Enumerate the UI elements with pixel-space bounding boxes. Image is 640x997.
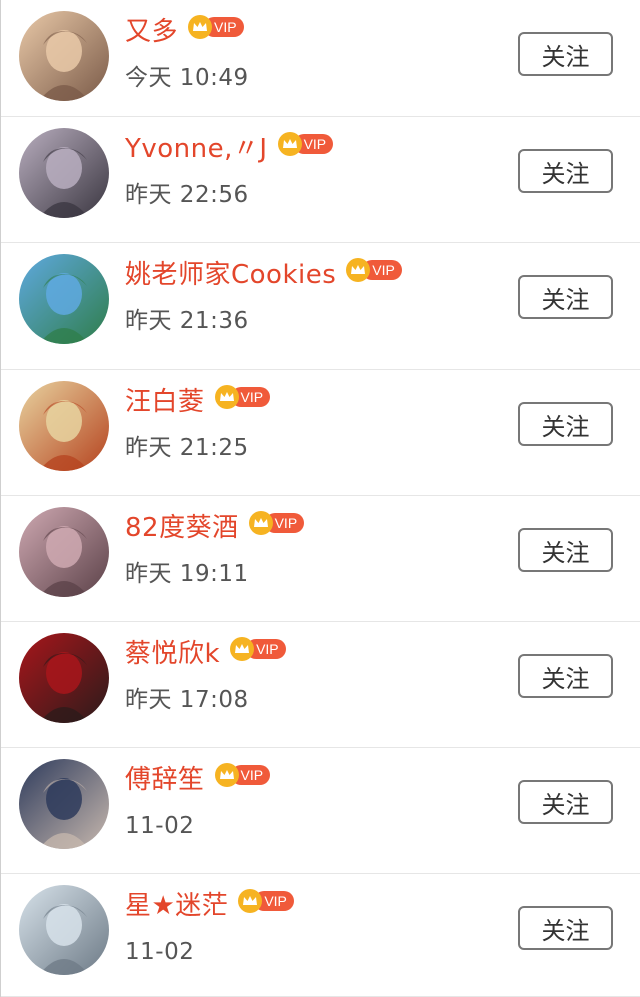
vip-badge: VIP: [214, 385, 271, 409]
username-line: 傅辞笙 VIP: [125, 763, 271, 797]
username-line: 82度葵酒 VIP: [125, 511, 305, 545]
avatar-sketch-face-icon[interactable]: [19, 507, 109, 597]
crown-icon: [214, 763, 239, 787]
crown-icon: [230, 637, 255, 661]
avatar-drawn-face-icon[interactable]: [19, 128, 109, 218]
follow-button[interactable]: 关注: [518, 528, 613, 572]
crown-icon: [188, 15, 213, 39]
list-item[interactable]: Yvonne,〃J VIP 昨天 22:56 关注: [1, 117, 640, 243]
list-item[interactable]: 傅辞笙 VIP 11-02 关注: [1, 748, 640, 874]
avatar-cartoon-girl-icon[interactable]: [19, 381, 109, 471]
follow-button[interactable]: 关注: [518, 906, 613, 950]
username-line: 蔡悦欣k VIP: [125, 637, 286, 671]
username[interactable]: 姚老师家Cookies: [125, 258, 336, 292]
follow-button[interactable]: 关注: [518, 654, 613, 698]
timestamp: 昨天 22:56: [125, 182, 249, 208]
list-item[interactable]: 蔡悦欣k VIP 昨天 17:08 关注: [1, 622, 640, 748]
vip-badge: VIP: [230, 637, 286, 661]
username-line: 星★迷茫 VIP: [125, 889, 294, 923]
vip-badge: VIP: [214, 763, 271, 787]
username[interactable]: 又多: [125, 15, 178, 49]
username[interactable]: 汪白菱: [125, 385, 205, 419]
avatar-dark-man-icon[interactable]: [19, 759, 109, 849]
avatar-anime-sky-icon[interactable]: [19, 254, 109, 344]
username-line: 姚老师家Cookies VIP: [125, 258, 402, 292]
follow-button[interactable]: 关注: [518, 275, 613, 319]
username-line: 汪白菱 VIP: [125, 385, 271, 419]
list-item[interactable]: 姚老师家Cookies VIP 昨天 21:36 关注: [1, 243, 640, 370]
timestamp: 11-02: [125, 939, 195, 965]
vip-badge: VIP: [346, 258, 402, 282]
list-item[interactable]: 星★迷茫 VIP 11-02 关注: [1, 874, 640, 997]
username[interactable]: 傅辞笙: [125, 763, 205, 797]
avatar-girl-blonde-icon[interactable]: [19, 11, 109, 101]
username-line: 又多 VIP: [125, 15, 244, 49]
timestamp: 昨天 19:11: [125, 561, 249, 587]
list-item[interactable]: 汪白菱 VIP 昨天 21:25 关注: [1, 370, 640, 496]
username-line: Yvonne,〃J VIP: [125, 132, 334, 166]
vip-badge: VIP: [277, 132, 334, 156]
username[interactable]: Yvonne,〃J: [125, 132, 268, 166]
crown-icon: [214, 385, 239, 409]
avatar-red-man-icon[interactable]: [19, 633, 109, 723]
vip-badge: VIP: [238, 889, 294, 913]
timestamp: 11-02: [125, 813, 195, 839]
follow-button[interactable]: 关注: [518, 402, 613, 446]
timestamp: 昨天 21:36: [125, 308, 249, 334]
timestamp: 昨天 17:08: [125, 687, 249, 713]
crown-icon: [248, 511, 273, 535]
follow-button[interactable]: 关注: [518, 32, 613, 76]
follow-button[interactable]: 关注: [518, 780, 613, 824]
crown-icon: [277, 132, 302, 156]
list-item[interactable]: 82度葵酒 VIP 昨天 19:11 关注: [1, 496, 640, 622]
username[interactable]: 星★迷茫: [125, 889, 228, 923]
vip-badge: VIP: [248, 511, 305, 535]
timestamp: 昨天 21:25: [125, 435, 249, 461]
username[interactable]: 蔡悦欣k: [125, 637, 220, 671]
username[interactable]: 82度葵酒: [125, 511, 239, 545]
list-item[interactable]: 又多 VIP 今天 10:49 关注: [1, 0, 640, 117]
timestamp: 今天 10:49: [125, 65, 249, 91]
follow-button[interactable]: 关注: [518, 149, 613, 193]
avatar-boy-light-icon[interactable]: [19, 885, 109, 975]
follower-list: 又多 VIP 今天 10:49 关注 Yvonne,〃J VIP 昨天 22:5…: [0, 0, 640, 997]
vip-badge: VIP: [188, 15, 244, 39]
